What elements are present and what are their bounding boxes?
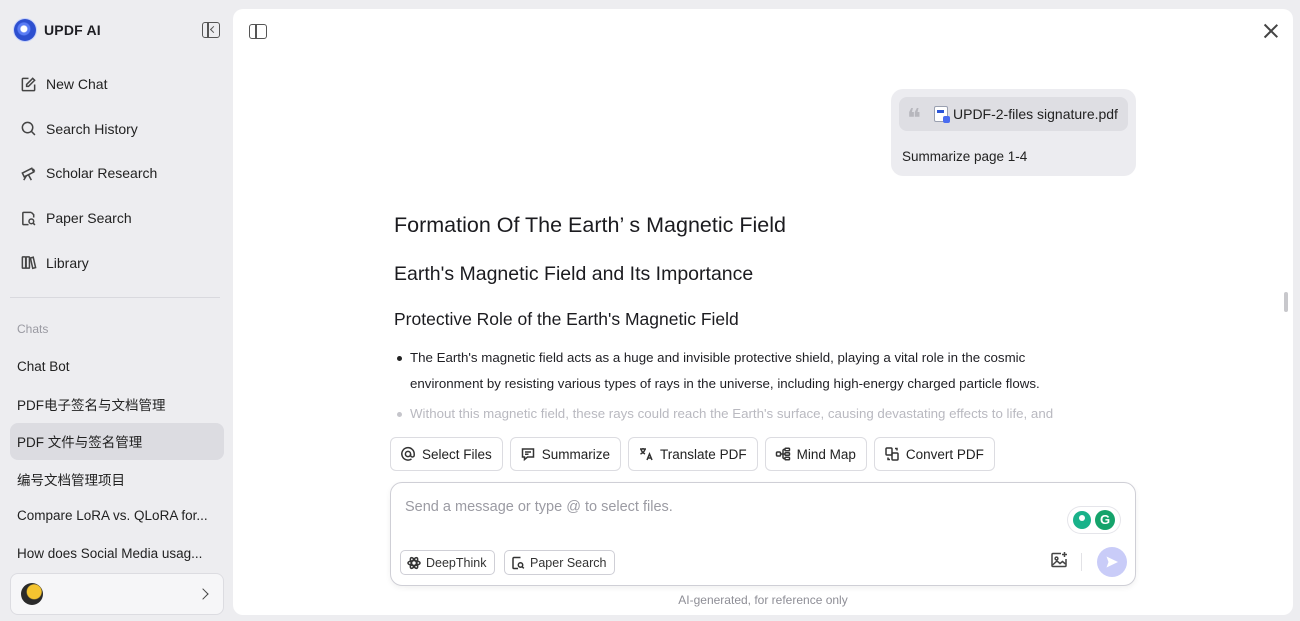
tool-label: Translate PDF — [660, 446, 747, 462]
composer-separator — [1081, 553, 1082, 571]
sidebar-divider — [10, 297, 220, 298]
chat-item[interactable]: Chat Bot — [10, 348, 224, 385]
chat-panel: ❝ UPDF-2-files signature.pdf Summarize p… — [233, 9, 1293, 615]
account-row[interactable] — [10, 573, 224, 615]
user-message-text: Summarize page 1-4 — [902, 149, 1028, 164]
chats-section-label: Chats — [17, 322, 49, 336]
nav-label: Scholar Research — [46, 165, 158, 182]
upload-image-button[interactable] — [1049, 550, 1071, 572]
sidebar: UPDF AI New Chat Search History Scholar … — [0, 0, 232, 621]
telescope-icon — [21, 167, 36, 181]
brand: UPDF AI — [14, 19, 101, 41]
deepthink-label: DeepThink — [426, 555, 487, 570]
updf-logo-icon — [14, 19, 36, 41]
at-icon — [401, 446, 415, 461]
paper-search-icon — [512, 556, 525, 569]
tool-label: Convert PDF — [905, 446, 984, 462]
grammarly-widget[interactable]: G — [1068, 507, 1120, 533]
quote-icon: ❝ — [907, 104, 921, 134]
deepthink-toggle[interactable]: DeepThink — [400, 550, 496, 575]
send-icon — [1106, 556, 1118, 568]
answer-heading-2: Earth's Magnetic Field and Its Importanc… — [394, 263, 754, 285]
mind-map-icon — [775, 447, 790, 461]
nav-label: New Chat — [46, 76, 108, 93]
select-files-button[interactable]: Select Files — [390, 437, 503, 471]
atom-icon — [407, 556, 421, 569]
answer-bullet: Without this magnetic field, these rays … — [394, 401, 1094, 427]
sidebar-item-search-history[interactable]: Search History — [10, 107, 222, 152]
close-icon[interactable] — [1263, 23, 1279, 39]
answer-bullets: The Earth's magnetic field acts as a hug… — [394, 345, 1094, 427]
user-message-bubble: ❝ UPDF-2-files signature.pdf Summarize p… — [891, 89, 1136, 176]
chat-item[interactable]: PDF电子签名与文档管理 — [10, 385, 224, 422]
answer-heading-3: Protective Role of the Earth's Magnetic … — [394, 309, 739, 329]
chat-item[interactable]: 编号文档管理项目 — [10, 460, 224, 497]
message-composer: G DeepThink Paper Search — [390, 482, 1136, 586]
paper-search-icon — [22, 211, 36, 226]
attached-file-chip[interactable]: ❝ UPDF-2-files signature.pdf — [899, 97, 1128, 134]
scrollbar-thumb[interactable] — [1284, 292, 1288, 312]
translate-pdf-button[interactable]: Translate PDF — [628, 437, 758, 471]
sidebar-item-library[interactable]: Library — [10, 240, 222, 285]
chat-list: Chat Bot PDF电子签名与文档管理 PDF 文件与签名管理 编号文档管理… — [10, 348, 224, 572]
quick-tools: Select Files Summarize Translate PDF Min… — [390, 437, 995, 471]
avatar — [21, 583, 43, 605]
nav-label: Paper Search — [46, 210, 132, 227]
app-name: UPDF AI — [44, 22, 101, 38]
tool-label: Summarize — [541, 446, 611, 462]
paper-search-label: Paper Search — [530, 555, 607, 570]
summarize-icon — [521, 448, 535, 462]
nav-label: Search History — [46, 120, 138, 137]
pdf-file-icon — [934, 106, 950, 123]
send-button[interactable] — [1097, 547, 1127, 577]
chat-item[interactable]: Compare LoRA vs. QLoRA for... — [10, 497, 224, 534]
convert-pdf-button[interactable]: Convert PDF — [873, 437, 995, 471]
search-icon — [21, 121, 36, 136]
chevron-right-icon — [197, 588, 209, 600]
attached-file-name: UPDF-2-files signature.pdf — [953, 106, 1118, 122]
grammarly-logo-icon: G — [1095, 510, 1115, 530]
ai-disclaimer: AI-generated, for reference only — [678, 593, 848, 607]
collapse-sidebar-icon[interactable] — [202, 22, 220, 38]
sidebar-nav: New Chat Search History Scholar Research… — [10, 62, 222, 285]
library-icon — [21, 256, 37, 270]
panel-toggle-icon[interactable] — [249, 24, 267, 39]
sidebar-item-scholar-research[interactable]: Scholar Research — [10, 151, 222, 196]
chat-item-active[interactable]: PDF 文件与签名管理 — [10, 422, 224, 460]
image-add-icon — [1051, 552, 1067, 568]
mind-map-button[interactable]: Mind Map — [764, 437, 867, 471]
sidebar-item-new-chat[interactable]: New Chat — [10, 62, 222, 107]
summarize-button[interactable]: Summarize — [509, 437, 622, 471]
nav-label: Library — [46, 254, 89, 271]
answer-bullet: The Earth's magnetic field acts as a hug… — [394, 345, 1094, 397]
grammarly-bulb-icon — [1073, 511, 1091, 529]
edit-icon — [21, 77, 36, 92]
convert-icon — [885, 447, 899, 461]
tool-label: Select Files — [422, 446, 492, 462]
answer-heading-1: Formation Of The Earth’ s Magnetic Field — [394, 213, 786, 237]
tool-label: Mind Map — [796, 446, 856, 462]
message-input[interactable] — [405, 499, 1045, 515]
translate-icon — [640, 448, 653, 461]
chat-item[interactable]: How does Social Media usag... — [10, 534, 224, 571]
sidebar-item-paper-search[interactable]: Paper Search — [10, 196, 222, 241]
paper-search-toggle[interactable]: Paper Search — [504, 550, 616, 575]
